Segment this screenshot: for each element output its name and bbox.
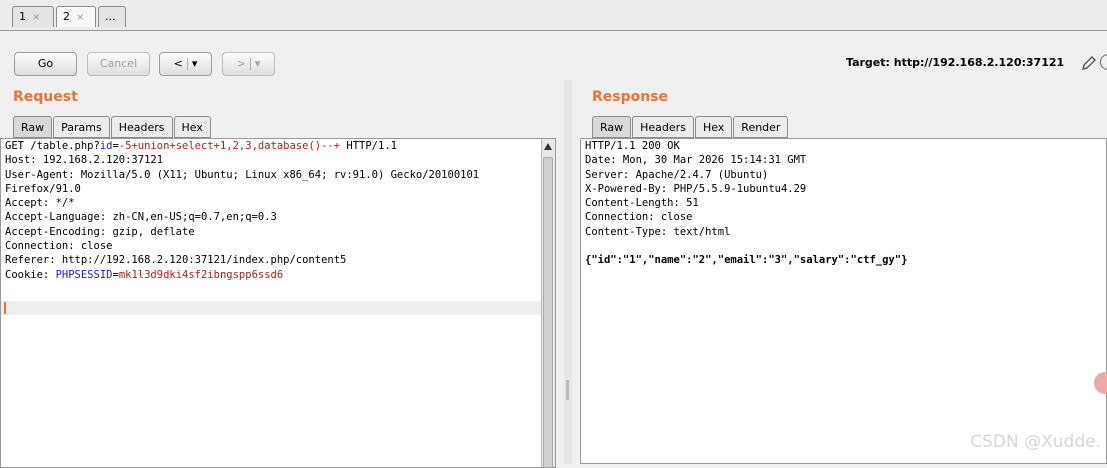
header-line: Connection: close <box>5 240 113 253</box>
cancel-button-label: Cancel <box>99 57 138 70</box>
tab-params[interactable]: Params <box>53 116 110 138</box>
scroll-up-icon[interactable] <box>544 143 552 150</box>
request-title: Request <box>13 89 78 105</box>
scroll-thumb[interactable] <box>543 157 553 467</box>
splitter-grip[interactable] <box>566 380 569 400</box>
tab-hex[interactable]: Hex <box>173 116 211 138</box>
cookie-line: Cookie: PHPSESSID=mk1l3d9dki4sf2ibngspp6… <box>5 268 284 281</box>
header-line: Accept: */* <box>5 197 75 210</box>
panel-splitter[interactable] <box>564 80 572 464</box>
close-icon[interactable]: × <box>32 12 40 23</box>
header-line: Content-Length: 51 <box>585 197 699 210</box>
request-editor[interactable]: GET /table.php?id=-5+union+select+1,2,3,… <box>0 138 556 468</box>
target-label: Target: http://192.168.2.120:37121 <box>846 56 1065 69</box>
chevron-left-icon: < <box>173 57 183 70</box>
tab-1[interactable]: 1 × <box>12 6 54 27</box>
watermark: CSDN @Xudde. <box>970 432 1101 452</box>
back-button[interactable]: < ▾ <box>159 52 212 76</box>
header-line: X-Powered-By: PHP/5.5.9-1ubuntu4.29 <box>585 182 807 195</box>
header-line: Referer: http://192.168.2.120:37121/inde… <box>5 254 347 267</box>
tab-raw[interactable]: Raw <box>592 116 632 138</box>
header-line: Date: Mon, 30 Mar 2026 15:14:31 GMT <box>585 154 807 167</box>
header-line: Server: Apache/2.4.7 (Ubuntu) <box>585 168 769 181</box>
go-button-label: Go <box>37 57 54 70</box>
request-line: GET /table.php?id=-5+union+select+1,2,3,… <box>5 140 397 152</box>
help-icon[interactable] <box>1100 54 1107 70</box>
tab-label: ... <box>105 10 116 23</box>
response-title: Response <box>592 89 669 105</box>
header-line: Accept-Language: zh-CN,en-US;q=0.7,en;q=… <box>5 211 277 224</box>
tab-render[interactable]: Render <box>733 116 789 138</box>
chevron-right-icon: > <box>236 57 246 70</box>
response-view-tabs: Raw Headers Hex Render <box>592 116 789 138</box>
tab-2[interactable]: 2 × <box>56 6 96 27</box>
cancel-button[interactable]: Cancel <box>87 52 150 76</box>
tab-new[interactable]: ... <box>98 6 126 27</box>
header-line: Accept-Encoding: gzip, deflate <box>5 225 195 238</box>
header-line: Firefox/91.0 <box>5 182 81 195</box>
header-line: User-Agent: Mozilla/5.0 (X11; Ubuntu; Li… <box>5 168 480 181</box>
tab-hex[interactable]: Hex <box>694 116 733 138</box>
tab-headers[interactable]: Headers <box>110 116 173 138</box>
pencil-icon[interactable] <box>1080 54 1098 72</box>
status-line: HTTP/1.1 200 OK <box>585 140 680 152</box>
text-caret <box>4 302 6 314</box>
tab-label: 1 <box>19 10 26 23</box>
request-scrollbar[interactable] <box>541 139 555 467</box>
forward-button[interactable]: > ▾ <box>222 52 275 76</box>
header-line: Connection: close <box>585 211 693 224</box>
response-viewer[interactable]: HTTP/1.1 200 OK Date: Mon, 30 Mar 2026 1… <box>580 138 1107 464</box>
go-button[interactable]: Go <box>14 52 77 76</box>
tab-headers[interactable]: Headers <box>632 116 694 138</box>
tab-label: 2 <box>63 10 70 23</box>
header-line: Content-Type: text/html <box>585 225 731 238</box>
request-view-tabs: Raw Params Headers Hex <box>13 116 212 138</box>
header-line: Host: 192.168.2.120:37121 <box>5 154 164 167</box>
dropdown-arrow-icon[interactable]: ▾ <box>255 57 261 70</box>
dropdown-arrow-icon[interactable]: ▾ <box>192 57 198 70</box>
tab-raw[interactable]: Raw <box>13 116 53 138</box>
current-line-highlight <box>1 301 555 315</box>
response-body: {"id":"1","name":"2","email":"3","salary… <box>585 254 908 267</box>
close-icon[interactable]: × <box>76 12 84 23</box>
request-tab-strip: 1 × 2 × ... <box>0 0 1107 31</box>
